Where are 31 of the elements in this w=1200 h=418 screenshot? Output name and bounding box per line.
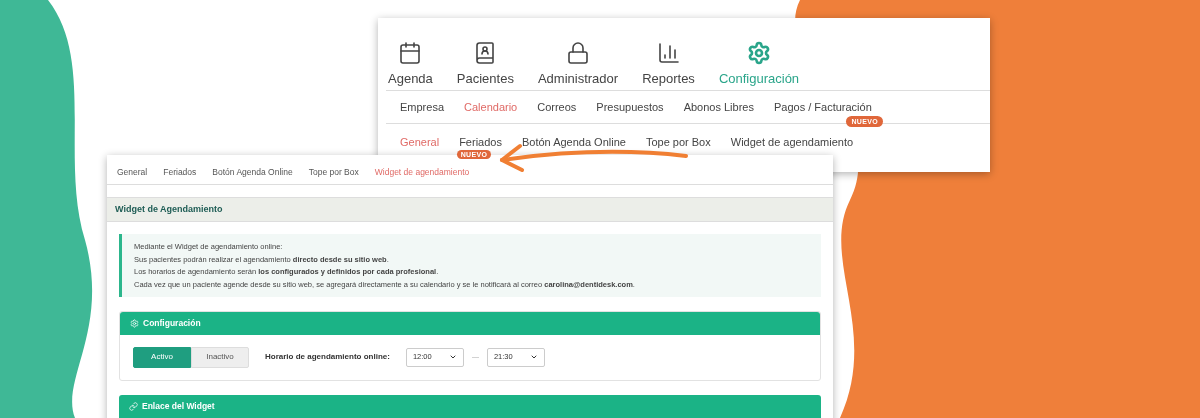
chevron-icon (529, 353, 538, 361)
status-toggle[interactable]: Inactivo (191, 346, 249, 368)
section-header: Widget de Agendamiento (107, 197, 833, 222)
sub-tab[interactable]: Botón Agenda Online (521, 133, 626, 150)
sub-tab[interactable]: Feriados (459, 133, 502, 150)
sub-tab[interactable]: General (117, 165, 148, 179)
sub-tab[interactable]: Tope por Box (645, 133, 711, 150)
sub-tab[interactable]: Botón Agenda Online (212, 165, 293, 179)
nav-item[interactable]: Administrador (537, 40, 619, 88)
settings-tab[interactable]: Abonos Libres (683, 98, 754, 116)
sub-tab[interactable]: Feriados (163, 165, 197, 179)
sub-tab[interactable]: Widget de agendamiento (730, 133, 854, 150)
settings-icon (130, 318, 139, 328)
sub-tab[interactable]: Tope por Box (308, 165, 359, 179)
nav-item[interactable]: Pacientes (456, 40, 514, 88)
panel-title: Enlace del Widget (142, 399, 215, 413)
settings-tab[interactable]: Presupuestos (596, 98, 664, 116)
schedule-label: Horario de agendamiento online: (265, 351, 390, 363)
settings-tab[interactable]: Correos (537, 98, 577, 116)
lock-icon (566, 40, 590, 65)
settings-tab[interactable]: Pagos / Facturación (773, 98, 872, 116)
bar-chart-icon (656, 40, 681, 65)
sub-tab[interactable]: Widget de agendamiento (374, 165, 470, 179)
chevron-icon (448, 353, 457, 361)
nav-item[interactable]: Reportes (642, 40, 695, 88)
calendar-icon (398, 40, 423, 65)
settings-tab[interactable]: Empresa (400, 98, 445, 116)
nav-item[interactable]: Agenda (388, 40, 433, 88)
link-icon (129, 401, 138, 411)
panel-title: Configuración (143, 316, 201, 330)
settings-icon (747, 40, 771, 65)
